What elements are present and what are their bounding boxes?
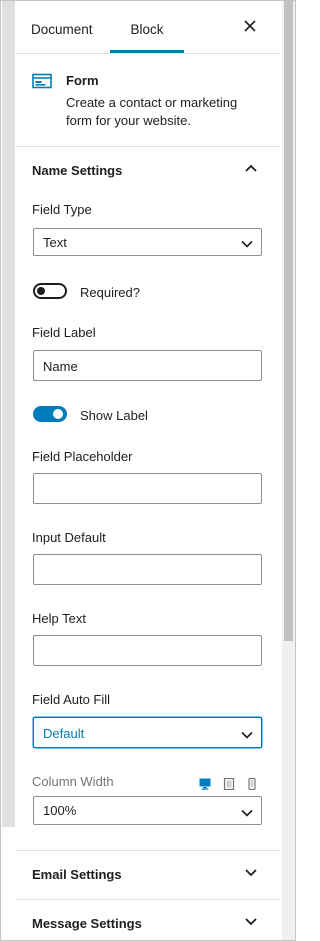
input-default-label: Input Default [32,530,106,545]
section-title: Name Settings [32,163,123,178]
tablet-icon[interactable] [223,777,235,791]
field-label-input[interactable]: Name [33,350,262,381]
block-title: Form [66,73,99,88]
column-width-label: Column Width [32,774,114,789]
field-type-select[interactable]: Text [33,228,262,256]
help-text-label: Help Text [32,611,86,626]
select-value: Default [43,726,85,741]
show-label-label: Show Label [80,408,148,423]
select-value: Text [43,235,67,250]
settings-panel: Document Block Form Create a contact or … [15,1,280,940]
show-label-toggle[interactable] [33,406,67,422]
toggle-knob [53,409,63,419]
panel-message-settings-toggle[interactable]: Message Settings [15,900,280,940]
section-title: Email Settings [32,867,122,882]
field-label-label: Field Label [32,325,96,340]
panel-email-settings-toggle[interactable]: Email Settings [15,851,280,899]
block-card: Form Create a contact or marketing form … [15,54,280,147]
mobile-icon[interactable] [246,777,258,791]
field-auto-fill-select[interactable]: Default [33,717,262,748]
section-title: Message Settings [32,916,142,931]
toggle-knob [37,287,45,295]
left-scrollbar[interactable] [2,1,15,827]
chevron-down-icon [241,728,253,739]
chevron-down-icon [241,806,253,817]
help-text-input[interactable] [33,635,262,666]
sidebar-frame: Document Block Form Create a contact or … [0,0,296,941]
field-placeholder-label: Field Placeholder [32,449,133,464]
required-label: Required? [80,285,140,300]
tab-block[interactable]: Block [110,1,184,53]
panel-name-settings-toggle[interactable]: Name Settings [15,147,280,195]
form-icon [32,73,52,89]
field-placeholder-input[interactable] [33,473,262,504]
required-toggle[interactable] [33,283,67,299]
chevron-down-icon [241,237,253,248]
right-scrollbar[interactable] [282,1,295,940]
chevron-down-icon [244,914,258,928]
input-value: Name [43,359,78,374]
field-type-label: Field Type [32,202,92,217]
input-default-input[interactable] [33,554,262,585]
field-auto-fill-label: Field Auto Fill [32,692,111,707]
column-width-select[interactable]: 100% [33,796,262,825]
block-description: Create a contact or marketing form for y… [66,95,238,128]
scrollbar-thumb[interactable] [284,1,293,641]
chevron-up-icon [244,161,258,175]
close-icon[interactable] [241,19,259,37]
tab-document[interactable]: Document [31,1,93,53]
select-value: 100% [43,803,77,818]
chevron-down-icon [244,865,258,879]
desktop-icon[interactable] [199,777,211,790]
sidebar-tabs: Document Block [15,1,280,54]
